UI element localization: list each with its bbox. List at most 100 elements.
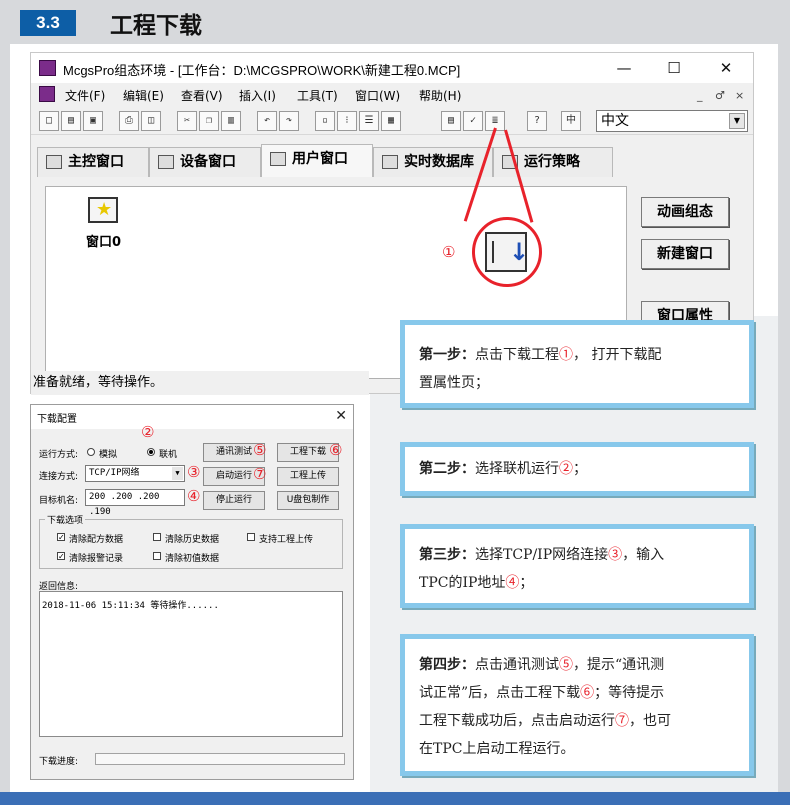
menu-edit[interactable]: 编辑(E) <box>123 87 164 104</box>
undo-icon[interactable]: ↶ <box>257 111 277 131</box>
checkbox-clear-initial[interactable] <box>153 552 161 560</box>
download-options-label: 下载选项 <box>45 513 86 526</box>
step-text-part: ，输入 <box>622 547 665 563</box>
radio-simulate[interactable] <box>87 448 95 456</box>
document-icon[interactable] <box>39 86 55 102</box>
large-icons-icon[interactable]: ▫ <box>315 111 335 131</box>
step-title: 第一步： <box>419 347 475 363</box>
cut-icon[interactable]: ✂ <box>177 111 197 131</box>
check-icon[interactable]: ✓ <box>463 111 483 131</box>
radio-online[interactable] <box>147 448 155 456</box>
step-text-part: 点击通讯测试 <box>475 657 559 673</box>
mdi-close-button[interactable]: × <box>735 89 744 102</box>
help-icon[interactable]: ? <box>527 111 547 131</box>
step-marker: ⑥ <box>580 685 595 701</box>
marker-6: ⑥ <box>329 441 343 459</box>
checkbox-support-upload[interactable] <box>247 533 255 541</box>
menu-window[interactable]: 窗口(W) <box>355 87 400 104</box>
step-text-part: ；等待提示 <box>594 685 665 701</box>
step-3-text: 第三步：选择TCP/IP网络连接③，输入 TPC的IP地址④； <box>419 541 664 597</box>
menu-help[interactable]: 帮助(H) <box>419 87 461 104</box>
tab-label: 主控窗口 <box>68 154 124 170</box>
step-text-part: 置属性页； <box>419 375 489 391</box>
option-label: 清除配方数据 <box>69 535 124 545</box>
connection-select[interactable]: TCP/IP网络 ▼ <box>85 465 185 482</box>
download-project-icon: ↓ <box>485 232 530 272</box>
checkbox-clear-alarms[interactable]: ✓ <box>57 552 65 561</box>
right-border <box>778 44 790 792</box>
tab-realtime-database[interactable]: 实时数据库 <box>373 147 493 177</box>
animation-config-button[interactable]: 动画组态 <box>641 197 729 227</box>
option-label: 清除初值数据 <box>165 554 220 564</box>
step-text-part: ； <box>519 575 534 591</box>
download-config-dialog: 下载配置 ✕ ② 运行方式: 模拟 联机 连接方式: TCP/IP网络 ▼ ③ … <box>30 404 354 780</box>
language-select[interactable]: 中文 ▼ <box>596 110 748 132</box>
small-icons-icon[interactable]: ⁝ <box>337 111 357 131</box>
new-window-button[interactable]: 新建窗口 <box>641 239 729 269</box>
step-text-part: 点击下载工程 <box>475 347 559 363</box>
language-icon[interactable]: 中 <box>561 111 581 131</box>
radio-simulate-label: 模拟 <box>99 450 118 460</box>
tab-main-window[interactable]: 主控窗口 <box>37 147 149 177</box>
log-output[interactable]: 2018-11-06 15:11:34 等待操作...... <box>39 591 343 737</box>
step-text-part: TPC的IP地址 <box>419 575 506 591</box>
user-window-item-label[interactable]: 窗口0 <box>86 231 121 250</box>
step-1-box: 第一步：点击下载工程①， 打开下载配 置属性页； <box>400 320 754 408</box>
download-progress-bar <box>95 753 345 765</box>
menu-tools[interactable]: 工具(T) <box>297 87 338 104</box>
step-title: 第四步： <box>419 657 475 673</box>
print-icon[interactable]: ⎙ <box>119 111 139 131</box>
step-marker: ③ <box>608 547 623 563</box>
chevron-down-icon: ▼ <box>729 113 745 129</box>
marker-5: ⑤ <box>253 441 267 459</box>
step-3-box: 第三步：选择TCP/IP网络连接③，输入 TPC的IP地址④； <box>400 524 754 608</box>
redo-icon[interactable]: ↷ <box>279 111 299 131</box>
save-icon[interactable]: ▣ <box>83 111 103 131</box>
dialog-title: 下载配置 <box>37 414 77 425</box>
menu-view[interactable]: 查看(V) <box>181 87 223 104</box>
maximize-button[interactable]: ☐ <box>659 57 689 79</box>
dialog-close-button[interactable]: ✕ <box>335 408 347 424</box>
step-text-part: 选择TCP/IP网络连接 <box>475 547 609 563</box>
target-ip-input[interactable]: 200 .200 .200 .190 <box>85 489 185 517</box>
arrow-down-icon: ↓ <box>509 238 530 266</box>
mdi-minimize-button[interactable]: _ <box>697 89 703 102</box>
menu-file[interactable]: 文件(F) <box>65 87 105 104</box>
checkbox-clear-history[interactable] <box>153 533 161 541</box>
target-label: 目标机名: <box>39 496 79 506</box>
marker-3: ③ <box>187 463 201 481</box>
menu-insert[interactable]: 插入(I) <box>239 87 276 104</box>
open-folder-icon[interactable]: ▤ <box>61 111 81 131</box>
list-view-icon[interactable]: ☰ <box>359 111 379 131</box>
toolbar: □ ▤ ▣ ⎙ ◫ ✂ ❐ ▥ ↶ ↷ ▫ ⁝ ☰ ▦ ▤ ✓ ≣ ? 中 中文… <box>31 107 753 135</box>
option-label: 清除报警记录 <box>69 554 124 564</box>
close-button[interactable]: ✕ <box>711 57 741 79</box>
connection-value: TCP/IP网络 <box>89 468 140 478</box>
paste-icon[interactable]: ▥ <box>221 111 241 131</box>
step-text-part: ； <box>573 461 587 477</box>
section-header: 3.3 工程下载 <box>0 0 790 44</box>
step-2-box: 第二步：选择联机运行②； <box>400 442 754 496</box>
print-preview-icon[interactable]: ◫ <box>141 111 161 131</box>
properties-icon[interactable]: ▤ <box>441 111 461 131</box>
checkbox-clear-recipe[interactable]: ✓ <box>57 533 65 542</box>
upload-project-button[interactable]: 工程上传 <box>277 467 339 486</box>
step-text-part: ， 打开下载配 <box>573 347 662 363</box>
minimize-button[interactable]: — <box>609 57 639 79</box>
dialog-titlebar: 下载配置 ✕ <box>31 405 353 429</box>
window-properties-button[interactable]: 窗口属性 <box>641 301 729 321</box>
new-file-icon[interactable]: □ <box>39 111 59 131</box>
stop-run-button[interactable]: 停止运行 <box>203 491 265 510</box>
copy-icon[interactable]: ❐ <box>199 111 219 131</box>
option-label: 清除历史数据 <box>165 535 220 545</box>
user-window-item-icon[interactable]: ★ <box>88 197 118 223</box>
radio-online-label: 联机 <box>159 450 178 460</box>
tab-user-window[interactable]: 用户窗口 <box>261 144 373 177</box>
tab-device-window[interactable]: 设备窗口 <box>149 147 261 177</box>
usb-package-button[interactable]: U盘包制作 <box>277 491 339 510</box>
option-label: 支持工程上传 <box>259 535 314 545</box>
details-view-icon[interactable]: ▦ <box>381 111 401 131</box>
app-icon <box>39 60 56 76</box>
step-text-part: ，提示“通讯测 <box>573 657 665 673</box>
mdi-restore-button[interactable]: ♂ <box>715 89 725 102</box>
